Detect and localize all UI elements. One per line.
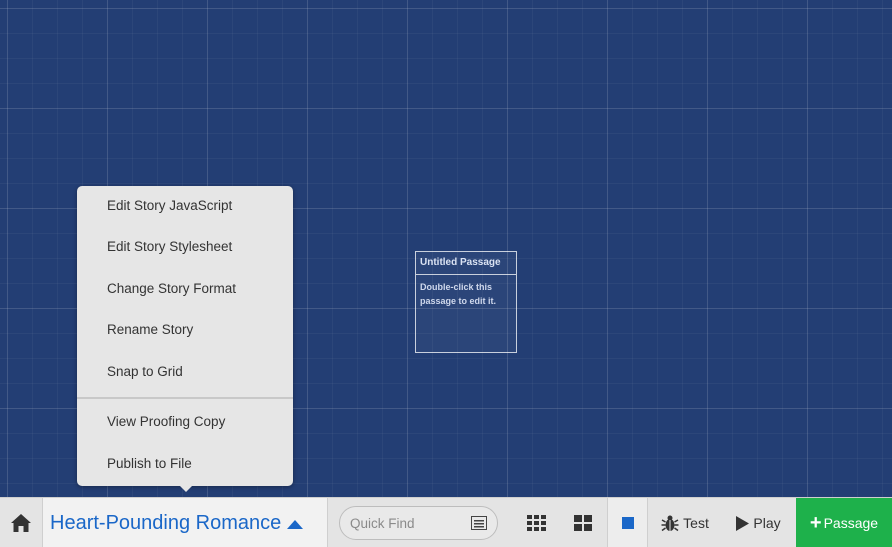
play-icon [736, 515, 750, 531]
test-button[interactable]: Test [650, 498, 720, 547]
story-name: Heart-Pounding Romance [50, 511, 282, 534]
plus-icon: + [809, 512, 822, 534]
play-label: Play [753, 515, 781, 531]
menu-item-edit-story-stylesheet[interactable]: Edit Story Stylesheet [77, 229, 293, 265]
passage-detail-button[interactable] [518, 498, 554, 547]
passage-excerpt: Double-click this passage to edit it. [420, 282, 497, 306]
grid-detail-icon [526, 515, 546, 531]
home-button[interactable] [0, 498, 43, 547]
menu-item-edit-story-javascript[interactable]: Edit Story JavaScript [77, 188, 293, 224]
menu-item-snap-to-grid[interactable]: Snap to Grid [77, 354, 293, 390]
add-passage-button[interactable]: + Passage [796, 498, 892, 547]
add-passage-label: Passage [823, 515, 879, 531]
passage-compact-button[interactable] [565, 498, 601, 547]
caret-up-icon [287, 519, 304, 529]
bug-icon [661, 515, 679, 531]
menu-divider [77, 397, 293, 399]
menu-pointer [178, 484, 194, 492]
test-label: Test [683, 515, 709, 531]
home-icon [11, 514, 31, 532]
menu-item-publish-to-file[interactable]: Publish to File [77, 446, 293, 482]
story-menu-button[interactable]: Heart-Pounding Romance [43, 498, 328, 547]
passage-title: Untitled Passage [416, 252, 516, 275]
passage-card[interactable]: Untitled Passage Double-click this passa… [415, 251, 517, 353]
menu-item-change-story-format[interactable]: Change Story Format [77, 271, 293, 307]
menu-item-rename-story[interactable]: Rename Story [77, 312, 293, 348]
menu-item-view-proofing-copy[interactable]: View Proofing Copy [77, 404, 293, 440]
grid-compact-icon [574, 515, 592, 531]
bottom-toolbar: Heart-Pounding Romance Test [0, 497, 892, 547]
highlight-passages-button[interactable] [607, 498, 648, 547]
play-button[interactable]: Play [725, 498, 791, 547]
square-highlight-icon [621, 517, 634, 529]
list-options-icon[interactable] [471, 516, 487, 530]
story-menu: Edit Story JavaScript Edit Story Stylesh… [77, 186, 293, 492]
